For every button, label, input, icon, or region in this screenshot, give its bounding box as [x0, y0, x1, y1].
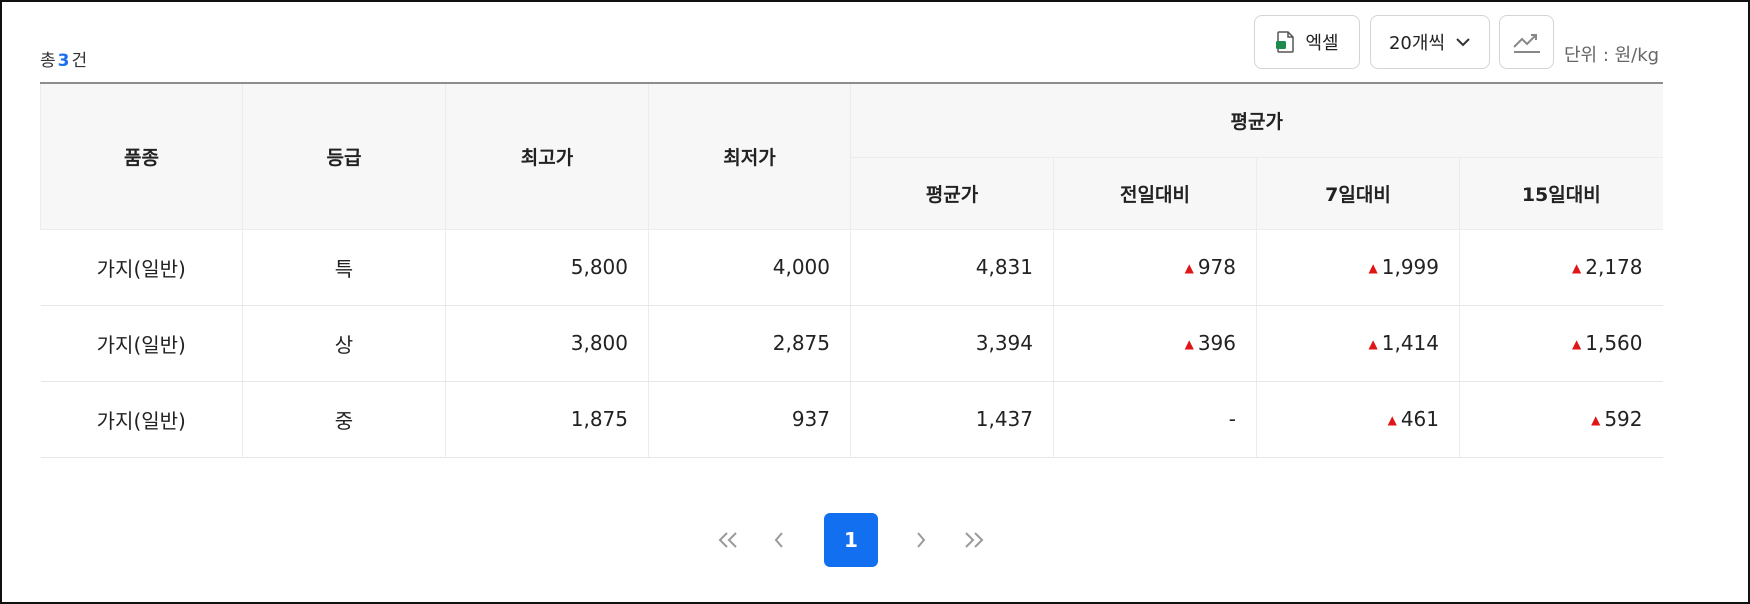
cell-grade: 특	[242, 229, 446, 306]
excel-file-icon	[1276, 31, 1295, 53]
rows-per-page-value: 20개씩	[1388, 33, 1446, 54]
last-page-button[interactable]	[956, 513, 992, 567]
total-prefix: 총	[40, 51, 56, 71]
cell-vs-15day-value: 2,178	[1585, 255, 1643, 279]
up-triangle-icon: ▲	[1368, 261, 1378, 275]
header-vs-15day: 15일대비	[1458, 157, 1663, 230]
cell-vs-prev-day-value: 396	[1197, 331, 1236, 355]
header-min-price: 최저가	[648, 83, 851, 230]
cell-min-price: 4,000	[648, 229, 851, 306]
header-avg-price: 평균가	[850, 157, 1054, 230]
double-chevron-right-icon	[965, 532, 984, 548]
cell-vs-7day: ▲ 461	[1256, 381, 1460, 458]
cell-grade: 상	[242, 305, 446, 382]
cell-variety: 가지(일반)	[40, 305, 243, 382]
cell-vs-prev-day-value: -	[1228, 407, 1236, 431]
unit-label: 단위 : 원/kg	[1564, 45, 1660, 66]
rows-per-page-select[interactable]: 20개씩	[1370, 15, 1490, 69]
up-triangle-icon: ▲	[1368, 337, 1378, 351]
cell-vs-15day: ▲ 1,560	[1459, 305, 1663, 382]
trend-chart-icon	[1512, 34, 1540, 53]
header-vs-prev-day: 전일대비	[1053, 157, 1257, 230]
cell-avg-price: 1,437	[850, 381, 1054, 458]
table-row: 가지(일반) 중 1,875 937 1,437 - ▲ 461 ▲ 592	[40, 381, 1663, 458]
cell-vs-15day-value: 592	[1604, 407, 1643, 431]
chevron-down-icon	[1456, 38, 1470, 47]
cell-max-price: 1,875	[445, 381, 649, 458]
page-1-button[interactable]: 1	[824, 513, 878, 567]
pagination: 1	[2, 513, 1750, 567]
cell-vs-15day: ▲ 592	[1459, 381, 1663, 458]
cell-max-price: 5,800	[445, 229, 649, 306]
double-chevron-left-icon	[718, 532, 737, 548]
cell-avg-price: 4,831	[850, 229, 1054, 306]
chevron-left-icon	[774, 532, 783, 548]
table-body: 가지(일반) 특 5,800 4,000 4,831 ▲ 978 ▲ 1,999 ▲…	[40, 229, 1663, 458]
header-avg-group: 평균가	[849, 83, 1663, 158]
total-count: 3	[57, 51, 70, 71]
total-count-label: 총3건	[40, 46, 87, 71]
cell-vs-7day: ▲ 1,414	[1256, 305, 1460, 382]
excel-label: 엑셀	[1305, 33, 1339, 54]
cell-vs-15day-value: 1,560	[1585, 331, 1643, 355]
excel-download-button[interactable]: 엑셀	[1254, 15, 1360, 69]
cell-min-price: 2,875	[648, 305, 851, 382]
cell-vs-prev-day: ▲ 978	[1053, 229, 1257, 306]
cell-vs-7day-value: 1,414	[1381, 331, 1439, 355]
up-triangle-icon: ▲	[1184, 337, 1194, 351]
cell-grade: 중	[242, 381, 446, 458]
chevron-right-icon	[917, 532, 926, 548]
prev-page-button[interactable]	[764, 513, 794, 567]
chart-view-button[interactable]	[1499, 15, 1554, 69]
up-triangle-icon: ▲	[1591, 413, 1601, 427]
cell-vs-prev-day: -	[1053, 381, 1257, 458]
cell-vs-7day: ▲ 1,999	[1256, 229, 1460, 306]
price-table: 품종 등급 최고가 최저가 평균가 평균가 전일대비 7일대비 15일대비 가지…	[40, 82, 1663, 458]
cell-max-price: 3,800	[445, 305, 649, 382]
cell-variety: 가지(일반)	[40, 381, 243, 458]
total-suffix: 건	[71, 51, 88, 71]
first-page-button[interactable]	[710, 513, 746, 567]
table-header: 품종 등급 최고가 최저가 평균가 평균가 전일대비 7일대비 15일대비	[40, 83, 1663, 230]
header-variety: 품종	[40, 83, 243, 230]
cell-vs-prev-day-value: 978	[1197, 255, 1236, 279]
table-row: 가지(일반) 특 5,800 4,000 4,831 ▲ 978 ▲ 1,999 ▲…	[40, 229, 1663, 306]
cell-avg-price: 3,394	[850, 305, 1054, 382]
cell-vs-7day-value: 461	[1400, 407, 1439, 431]
up-triangle-icon: ▲	[1387, 413, 1397, 427]
up-triangle-icon: ▲	[1184, 261, 1194, 275]
header-grade: 등급	[242, 83, 446, 230]
cell-variety: 가지(일반)	[40, 229, 243, 306]
header-vs-7day: 7일대비	[1256, 157, 1460, 230]
cell-vs-15day: ▲ 2,178	[1459, 229, 1663, 306]
up-triangle-icon: ▲	[1572, 261, 1582, 275]
page-frame: 총3건 엑셀 20개씩 단위 : 원/kg 품종 등급 최고가 최저가 평균가 …	[0, 0, 1750, 604]
cell-vs-7day-value: 1,999	[1381, 255, 1439, 279]
cell-vs-prev-day: ▲ 396	[1053, 305, 1257, 382]
cell-min-price: 937	[648, 381, 851, 458]
header-max-price: 최고가	[445, 83, 649, 230]
table-row: 가지(일반) 상 3,800 2,875 3,394 ▲ 396 ▲ 1,414 ▲…	[40, 305, 1663, 382]
next-page-button[interactable]	[906, 513, 936, 567]
up-triangle-icon: ▲	[1572, 337, 1582, 351]
